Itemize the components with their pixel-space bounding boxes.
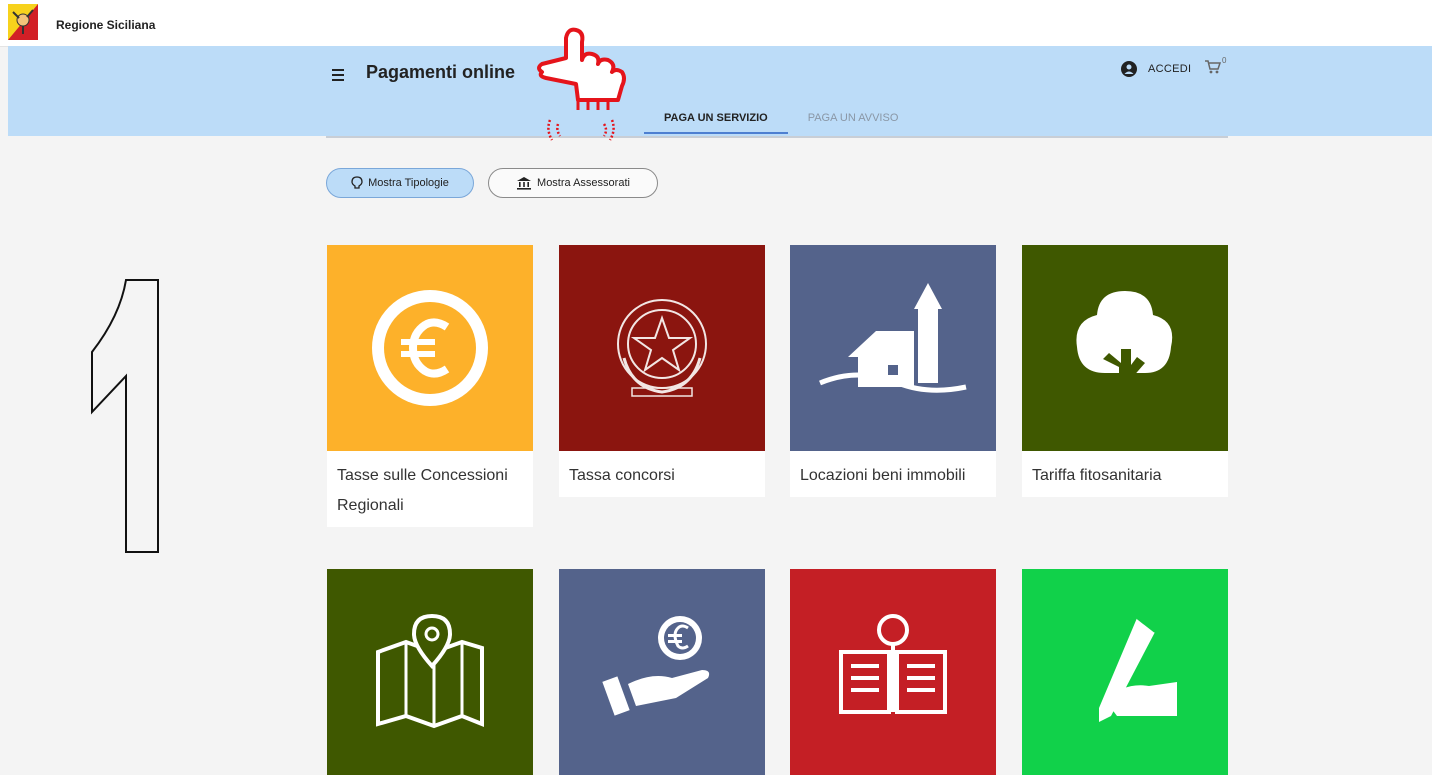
open-book-icon — [839, 614, 947, 714]
show-types-label: Mostra Tipologie — [368, 177, 449, 189]
institution-building-icon — [517, 177, 532, 190]
service-tile-locazioni[interactable]: Locazioni beni immobili — [790, 245, 996, 497]
show-departments-label: Mostra Assessorati — [537, 177, 630, 189]
brand-name[interactable]: Regione Siciliana — [56, 18, 155, 32]
service-tile-fitosanitaria[interactable]: Tariffa fitosanitaria — [1022, 245, 1228, 497]
top-brand-bar: Regione Siciliana — [0, 0, 1432, 47]
house-icon — [819, 283, 967, 393]
show-departments-button[interactable]: Mostra Assessorati — [488, 168, 658, 198]
hamburger-menu-icon[interactable] — [330, 66, 350, 86]
service-tile-tassa-concorsi[interactable]: Tassa concorsi — [559, 245, 765, 497]
map-pin-icon — [376, 613, 484, 729]
euro-coin-icon — [372, 290, 488, 406]
tile-image — [790, 245, 996, 451]
tile-image — [1022, 569, 1228, 775]
tile-image — [790, 569, 996, 775]
tree-icon — [1076, 291, 1173, 407]
header-divider — [326, 136, 1228, 138]
cart-icon — [1205, 60, 1222, 74]
tab-paga-un-servizio[interactable]: PAGA UN SERVIZIO — [644, 106, 788, 134]
app-header: Pagamenti online ACCEDI 0 PAGA UN SERVIZ… — [8, 46, 1432, 136]
login-label: ACCEDI — [1148, 63, 1192, 75]
service-tile-signature[interactable] — [1022, 569, 1228, 775]
service-tile-hand-euro[interactable] — [559, 569, 765, 775]
tile-label: Locazioni beni immobili — [790, 451, 996, 497]
tile-image — [1022, 245, 1228, 451]
tile-image — [327, 245, 533, 451]
login-button[interactable]: ACCEDI — [1120, 60, 1191, 78]
user-alert-icon — [1121, 61, 1137, 77]
tab-paga-un-avviso[interactable]: PAGA UN AVVISO — [788, 106, 919, 134]
tile-label: Tassa concorsi — [559, 451, 765, 497]
cart-count: 0 — [1222, 56, 1227, 65]
show-types-button[interactable]: Mostra Tipologie — [326, 168, 474, 198]
hand-euro-icon — [602, 616, 710, 716]
page-title: Pagamenti online — [366, 62, 516, 82]
hand-pen-icon — [1099, 617, 1177, 722]
italian-emblem-icon — [617, 299, 707, 397]
lightbulb-icon — [351, 176, 363, 189]
pointing-hand-icon — [537, 27, 626, 141]
step-number-text: 1 — [124, 435, 125, 437]
cart-button[interactable]: 0 — [1204, 56, 1230, 78]
payment-tabs: PAGA UN SERVIZIO PAGA UN AVVISO — [644, 106, 918, 134]
tile-label: Tariffa fitosanitaria — [1022, 451, 1228, 497]
tile-image — [327, 569, 533, 775]
step-number-annotation: 1 — [91, 279, 159, 553]
tile-image — [559, 569, 765, 775]
sicily-logo-icon[interactable] — [8, 4, 38, 40]
service-tile-book[interactable] — [790, 569, 996, 775]
tile-image — [559, 245, 765, 451]
service-tile-map[interactable] — [327, 569, 533, 775]
service-tile-concessioni[interactable]: Tasse sulle Concessioni Regionali — [327, 245, 533, 527]
tile-label: Tasse sulle Concessioni Regionali — [327, 451, 533, 527]
